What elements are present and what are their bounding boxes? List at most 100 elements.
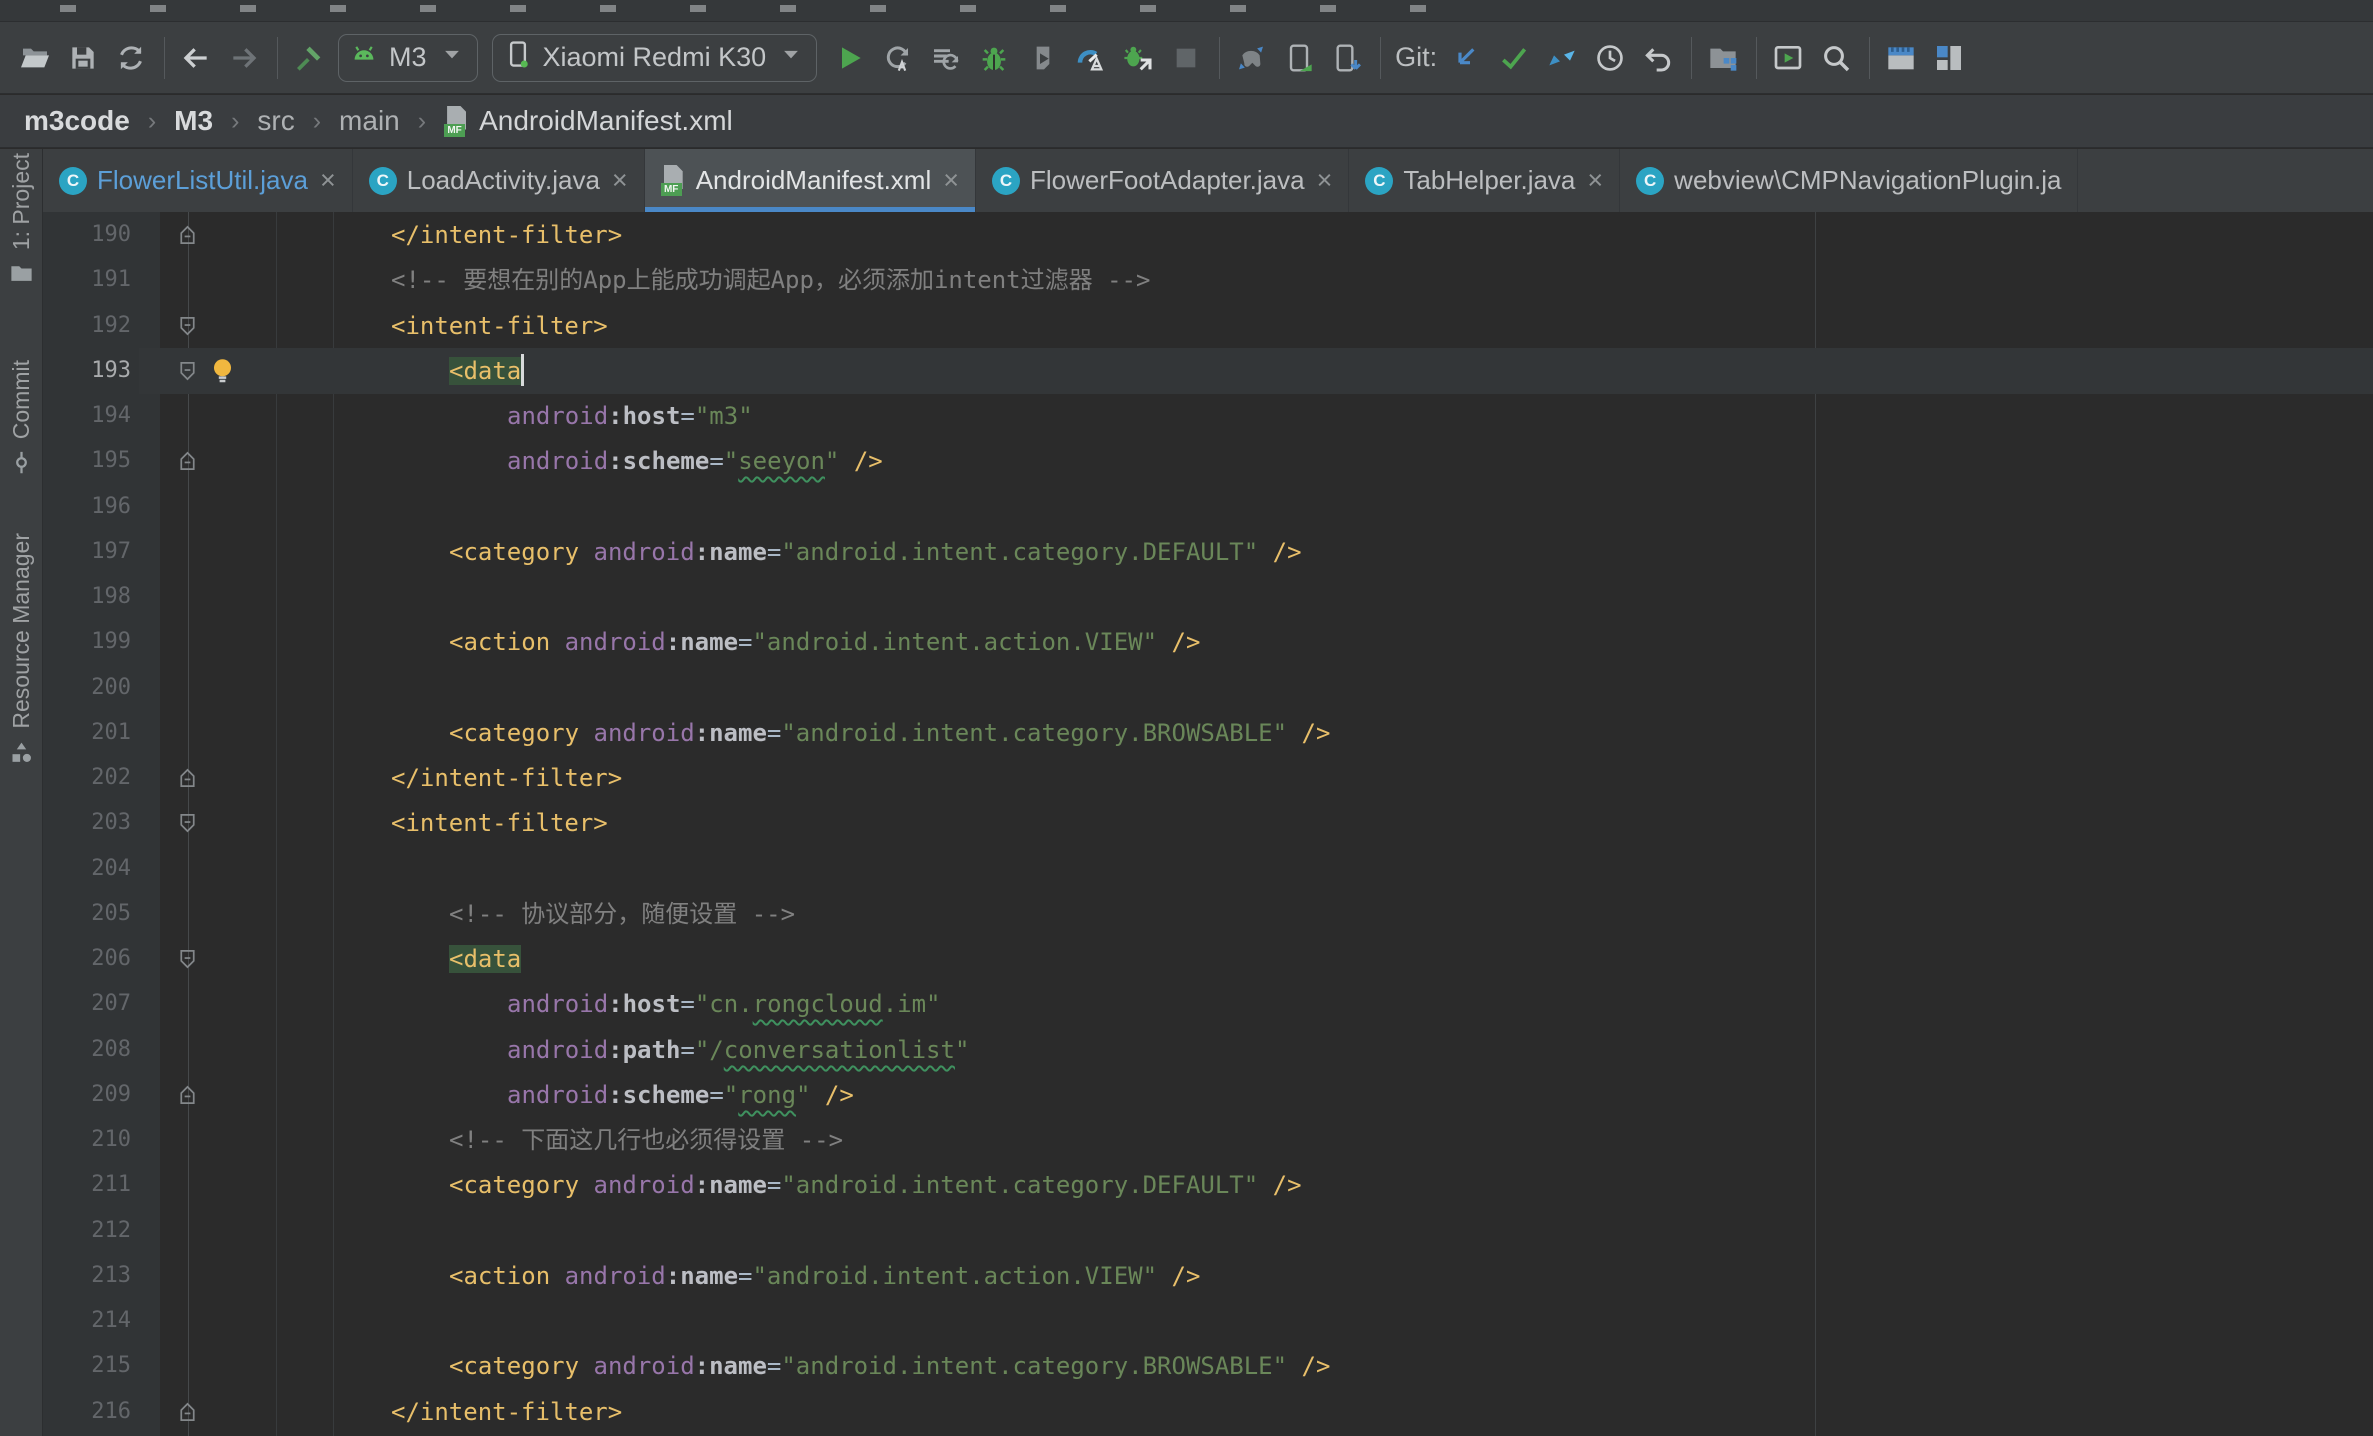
attach-debugger-icon[interactable] bbox=[1119, 39, 1157, 77]
git-label: Git: bbox=[1395, 42, 1437, 73]
code-text: </intent-filter> bbox=[160, 755, 622, 801]
forward-icon[interactable] bbox=[225, 39, 263, 77]
run-window-icon[interactable] bbox=[1769, 39, 1807, 77]
git-update-icon[interactable] bbox=[1447, 39, 1485, 77]
code-line-214[interactable]: 214 bbox=[43, 1298, 2373, 1344]
apply-code-changes-icon[interactable] bbox=[927, 39, 965, 77]
line-number: 204 bbox=[43, 846, 131, 892]
java-class-icon: C bbox=[1365, 167, 1393, 195]
panel-layout-icon[interactable] bbox=[1930, 39, 1968, 77]
close-icon[interactable]: × bbox=[612, 167, 628, 194]
line-number: 206 bbox=[43, 936, 131, 982]
editor-tab[interactable]: CFlowerFootAdapter.java× bbox=[976, 149, 1349, 212]
code-line-207[interactable]: 207android:host="cn.rongcloud.im" bbox=[43, 981, 2373, 1027]
save-all-icon[interactable] bbox=[64, 39, 102, 77]
code-line-204[interactable]: 204 bbox=[43, 846, 2373, 892]
back-icon[interactable] bbox=[177, 39, 215, 77]
clapperboard-icon[interactable] bbox=[1882, 39, 1920, 77]
breadcrumb-item[interactable]: src bbox=[257, 105, 294, 137]
java-class-icon: C bbox=[59, 167, 87, 195]
breadcrumb-item[interactable]: m3code bbox=[24, 105, 130, 137]
code-line-216[interactable]: 216</intent-filter> bbox=[43, 1389, 2373, 1435]
line-number: 192 bbox=[43, 303, 131, 349]
code-text: <category android:name="android.intent.c… bbox=[160, 1343, 1330, 1389]
code-line-213[interactable]: 213<action android:name="android.intent.… bbox=[43, 1253, 2373, 1299]
code-editor[interactable]: 190</intent-filter>191<!-- 要想在别的App上能成功调… bbox=[43, 212, 2373, 1436]
code-line-206[interactable]: 206<data bbox=[43, 936, 2373, 982]
code-line-197[interactable]: 197<category android:name="android.inten… bbox=[43, 529, 2373, 575]
code-line-191[interactable]: 191<!-- 要想在别的App上能成功调起App，必须添加intent过滤器 … bbox=[43, 257, 2373, 303]
breadcrumb-separator: › bbox=[418, 107, 426, 136]
gradle-sync-icon[interactable] bbox=[1232, 39, 1270, 77]
line-number: 196 bbox=[43, 484, 131, 530]
code-line-211[interactable]: 211<category android:name="android.inten… bbox=[43, 1162, 2373, 1208]
line-number: 208 bbox=[43, 1027, 131, 1073]
code-line-192[interactable]: 192<intent-filter> bbox=[43, 303, 2373, 349]
tool-window-button-commit[interactable]: Commit bbox=[8, 360, 35, 481]
profile-icon[interactable] bbox=[1071, 39, 1109, 77]
breadcrumb-item[interactable]: main bbox=[339, 105, 400, 137]
code-line-210[interactable]: 210<!-- 下面这几行也必须得设置 --> bbox=[43, 1117, 2373, 1163]
run-configuration-select[interactable]: M3 bbox=[338, 34, 478, 82]
code-line-212[interactable]: 212 bbox=[43, 1208, 2373, 1254]
git-push-icon[interactable] bbox=[1543, 39, 1581, 77]
code-line-208[interactable]: 208android:path="/conversationlist" bbox=[43, 1027, 2373, 1073]
toolbar-separator bbox=[277, 37, 278, 79]
build-hammer-icon[interactable] bbox=[290, 39, 328, 77]
device-select[interactable]: Xiaomi Redmi K30 bbox=[492, 34, 818, 82]
editor-tab[interactable]: CLoadActivity.java× bbox=[353, 149, 645, 212]
tool-window-button-resource-manager[interactable]: Resource Manager bbox=[8, 533, 35, 771]
code-line-209[interactable]: 209android:scheme="rong" /> bbox=[43, 1072, 2373, 1118]
editor-tab[interactable]: CFlowerListUtil.java× bbox=[43, 149, 353, 212]
git-rollback-icon[interactable] bbox=[1639, 39, 1677, 77]
code-line-203[interactable]: 203<intent-filter> bbox=[43, 800, 2373, 846]
run-icon[interactable] bbox=[831, 39, 869, 77]
git-history-icon[interactable] bbox=[1591, 39, 1629, 77]
sync-icon[interactable] bbox=[112, 39, 150, 77]
line-number: 214 bbox=[43, 1298, 131, 1344]
code-line-194[interactable]: 194android:host="m3" bbox=[43, 393, 2373, 439]
toolbar-separator bbox=[1380, 37, 1381, 79]
close-icon[interactable]: × bbox=[943, 167, 959, 194]
open-folder-icon[interactable] bbox=[16, 39, 54, 77]
code-line-202[interactable]: 202</intent-filter> bbox=[43, 755, 2373, 801]
code-line-198[interactable]: 198 bbox=[43, 574, 2373, 620]
code-text: <data bbox=[160, 348, 524, 394]
run-attached-icon[interactable] bbox=[1023, 39, 1061, 77]
close-icon[interactable]: × bbox=[1587, 167, 1603, 194]
code-text: <category android:name="android.intent.c… bbox=[160, 529, 1302, 575]
breadcrumb-item[interactable]: M3 bbox=[174, 105, 213, 137]
code-line-199[interactable]: 199<action android:name="android.intent.… bbox=[43, 619, 2373, 665]
code-line-193[interactable]: 193<data bbox=[43, 348, 2373, 394]
java-class-icon: C bbox=[369, 167, 397, 195]
project-structure-icon[interactable] bbox=[1704, 39, 1742, 77]
code-line-205[interactable]: 205<!-- 协议部分，随便设置 --> bbox=[43, 891, 2373, 937]
stop-icon[interactable] bbox=[1167, 39, 1205, 77]
close-icon[interactable]: × bbox=[1317, 167, 1333, 194]
code-text: </intent-filter> bbox=[160, 1389, 622, 1435]
device-manager-icon[interactable] bbox=[1280, 39, 1318, 77]
line-number: 207 bbox=[43, 981, 131, 1027]
sdk-manager-icon[interactable] bbox=[1328, 39, 1366, 77]
editor-tab[interactable]: CTabHelper.java× bbox=[1349, 149, 1620, 212]
close-icon[interactable]: × bbox=[320, 167, 336, 194]
git-commit-icon[interactable] bbox=[1495, 39, 1533, 77]
editor-tab[interactable]: Cwebview\CMPNavigationPlugin.ja bbox=[1620, 149, 2078, 212]
debug-icon[interactable] bbox=[975, 39, 1013, 77]
apply-changes-restart-icon[interactable] bbox=[879, 39, 917, 77]
search-everywhere-icon[interactable] bbox=[1817, 39, 1855, 77]
java-class-icon: C bbox=[1636, 167, 1664, 195]
breadcrumb-item[interactable]: MFAndroidManifest.xml bbox=[444, 105, 733, 137]
editor-tab[interactable]: MFAndroidManifest.xml× bbox=[645, 149, 976, 212]
commit-tool-icon bbox=[8, 449, 35, 481]
code-line-215[interactable]: 215<category android:name="android.inten… bbox=[43, 1343, 2373, 1389]
code-line-195[interactable]: 195android:scheme="seeyon" /> bbox=[43, 438, 2373, 484]
code-line-201[interactable]: 201<category android:name="android.inten… bbox=[43, 710, 2373, 756]
tool-window-stripe: 1: Project Commit Resource Manager bbox=[0, 149, 43, 1436]
code-line-190[interactable]: 190</intent-filter> bbox=[43, 212, 2373, 258]
code-text: android:scheme="seeyon" /> bbox=[160, 438, 883, 484]
line-number: 203 bbox=[43, 800, 131, 846]
code-line-196[interactable]: 196 bbox=[43, 484, 2373, 530]
code-line-200[interactable]: 200 bbox=[43, 665, 2373, 711]
tool-window-button--project[interactable]: 1: Project bbox=[8, 153, 35, 292]
